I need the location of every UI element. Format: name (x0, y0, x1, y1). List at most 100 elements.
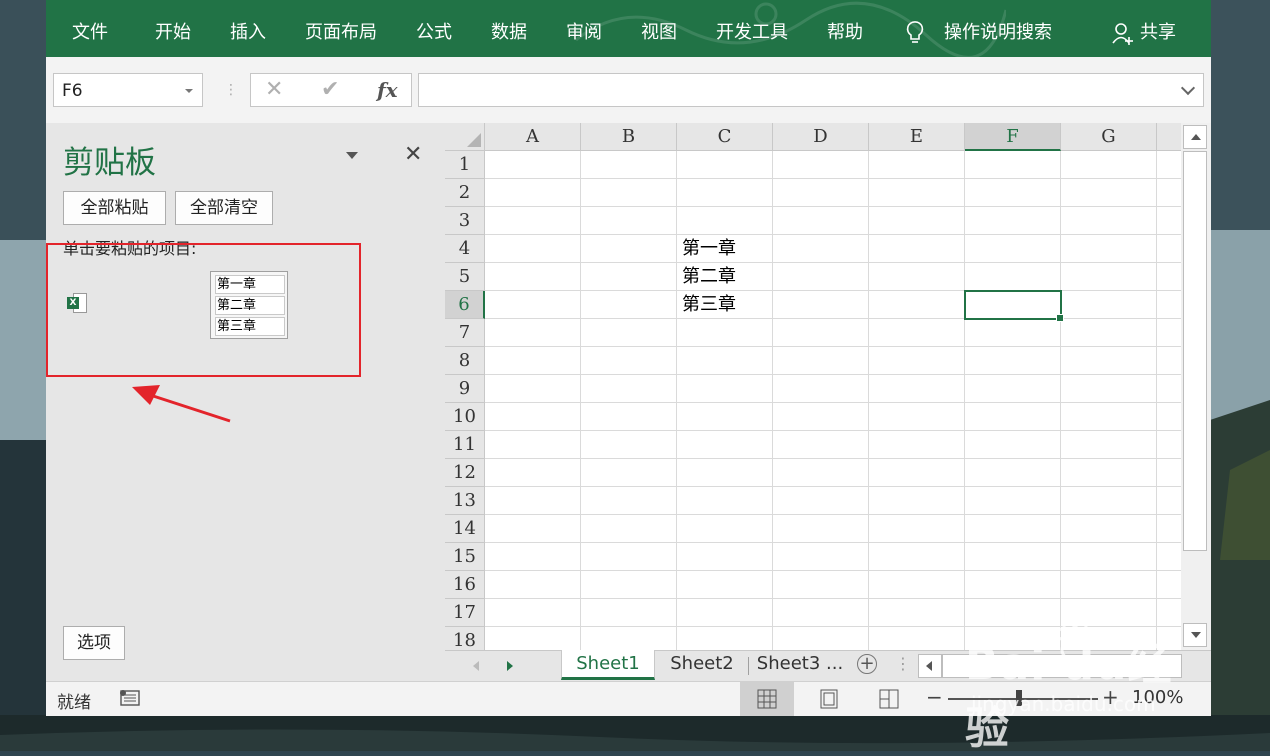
previous-sheet-icon[interactable] (473, 661, 479, 671)
sheet-tab-sheet2[interactable]: Sheet2 (657, 650, 747, 680)
tab-divider (748, 657, 749, 675)
cancel-icon[interactable]: ✕ (265, 77, 283, 102)
sheet-tab-sheet3[interactable]: Sheet3 ... (751, 650, 849, 680)
insert-function-icon[interactable]: fx (377, 78, 398, 102)
gridline (772, 151, 773, 650)
row-header[interactable]: 8 (445, 347, 485, 375)
close-icon[interactable]: ✕ (404, 142, 422, 167)
row-header[interactable]: 10 (445, 403, 485, 431)
row-header[interactable]: 5 (445, 263, 485, 291)
tab-home[interactable]: 开始 (155, 21, 191, 45)
pane-title: 剪贴板 (63, 145, 156, 181)
next-sheet-icon[interactable] (507, 661, 513, 671)
pane-options-chevron-icon[interactable] (346, 152, 358, 159)
row-header[interactable]: 13 (445, 487, 485, 515)
row-header[interactable]: 18 (445, 627, 485, 650)
row-header[interactable]: 4 (445, 235, 485, 263)
fill-handle[interactable] (1056, 314, 1064, 322)
tab-formulas[interactable]: 公式 (416, 21, 452, 45)
options-button[interactable]: 选项 (63, 626, 125, 660)
row-header[interactable]: 9 (445, 375, 485, 403)
row-header[interactable]: 2 (445, 179, 485, 207)
share-user-icon[interactable] (1112, 22, 1134, 46)
gridline (485, 402, 1181, 403)
name-box[interactable]: F6 (53, 73, 203, 107)
page-layout-view-button[interactable] (802, 682, 856, 716)
clear-all-button[interactable]: 全部清空 (175, 191, 273, 225)
tab-page-layout[interactable]: 页面布局 (305, 21, 377, 45)
normal-view-button[interactable] (740, 682, 794, 716)
name-box-value: F6 (62, 81, 83, 101)
page-break-view-button[interactable] (862, 682, 916, 716)
tab-data[interactable]: 数据 (491, 21, 527, 45)
row-header[interactable]: 7 (445, 319, 485, 347)
column-header[interactable]: E (869, 123, 965, 151)
tab-view[interactable]: 视图 (641, 21, 677, 45)
column-header[interactable] (1157, 123, 1181, 151)
ribbon-tab-bar: 文件 开始 插入 页面布局 公式 数据 审阅 视图 开发工具 帮助 操作说明搜索… (46, 0, 1211, 57)
watermark-url: jingyan.baidu.com (971, 692, 1156, 716)
row-header[interactable]: 12 (445, 459, 485, 487)
zoom-out-button[interactable]: − (926, 685, 943, 709)
expand-formula-bar-icon[interactable] (1180, 80, 1196, 96)
gridline (485, 514, 1181, 515)
scroll-up-button[interactable] (1183, 125, 1207, 149)
column-header[interactable]: A (485, 123, 581, 151)
row-header-selected[interactable]: 6 (445, 291, 485, 319)
scroll-thumb[interactable] (1183, 151, 1207, 551)
scroll-left-button[interactable] (918, 654, 942, 678)
gridline (485, 318, 1181, 319)
cell-C6[interactable]: 第三章 (682, 291, 736, 319)
column-header[interactable]: C (677, 123, 773, 151)
enter-icon[interactable]: ✔ (321, 77, 339, 102)
formula-bar: F6 ⋮ ✕ ✔ fx (46, 57, 1211, 123)
gridline (485, 570, 1181, 571)
lightbulb-icon[interactable] (906, 20, 924, 46)
row-header[interactable]: 14 (445, 515, 485, 543)
tab-developer[interactable]: 开发工具 (716, 21, 788, 45)
column-header[interactable]: G (1061, 123, 1157, 151)
gridline (485, 234, 1181, 235)
add-sheet-icon[interactable]: + (857, 654, 877, 674)
desktop-background-left (0, 0, 46, 751)
formula-input[interactable] (418, 73, 1204, 107)
paste-all-button[interactable]: 全部粘贴 (63, 191, 166, 225)
row-header[interactable]: 16 (445, 571, 485, 599)
active-cell-F6[interactable] (964, 290, 1064, 322)
share-button[interactable]: 共享 (1140, 21, 1176, 45)
gridline (485, 542, 1181, 543)
row-header[interactable]: 1 (445, 151, 485, 179)
macro-recording-icon[interactable] (120, 690, 140, 706)
tab-review[interactable]: 审阅 (566, 21, 602, 45)
tab-file[interactable]: 文件 (72, 21, 108, 45)
gridline (485, 178, 1181, 179)
tell-me-search[interactable]: 操作说明搜索 (944, 21, 1052, 45)
gridline (485, 430, 1181, 431)
cell-C5[interactable]: 第二章 (682, 263, 736, 291)
column-header[interactable]: B (581, 123, 677, 151)
tab-help[interactable]: 帮助 (827, 21, 863, 45)
formula-buttons: ✕ ✔ fx (250, 73, 412, 107)
row-header[interactable]: 11 (445, 431, 485, 459)
gridline (485, 486, 1181, 487)
chevron-down-icon[interactable] (185, 89, 193, 93)
gridline (676, 151, 677, 650)
column-header[interactable]: D (773, 123, 869, 151)
worksheet-grid[interactable]: A B C D E F G 1 2 3 4 5 6 7 8 9 10 11 12… (445, 123, 1181, 650)
page-layout-icon (820, 689, 838, 709)
gridline (580, 151, 581, 650)
cell-C4[interactable]: 第一章 (682, 235, 736, 263)
row-header[interactable]: 3 (445, 207, 485, 235)
formula-bar-grip: ⋮ (224, 82, 238, 98)
sheet-tab-sheet1[interactable]: Sheet1 (561, 650, 655, 680)
column-header-selected[interactable]: F (965, 123, 1061, 151)
vertical-scrollbar[interactable] (1181, 123, 1211, 650)
excel-window: 文件 开始 插入 页面布局 公式 数据 审阅 视图 开发工具 帮助 操作说明搜索… (46, 0, 1211, 716)
row-header[interactable]: 17 (445, 599, 485, 627)
gridline (485, 598, 1181, 599)
select-all-button[interactable] (445, 123, 485, 151)
page-break-icon (879, 689, 899, 709)
row-header[interactable]: 15 (445, 543, 485, 571)
tab-insert[interactable]: 插入 (230, 21, 266, 45)
tab-splitter-handle[interactable]: ⋮ (895, 654, 911, 673)
